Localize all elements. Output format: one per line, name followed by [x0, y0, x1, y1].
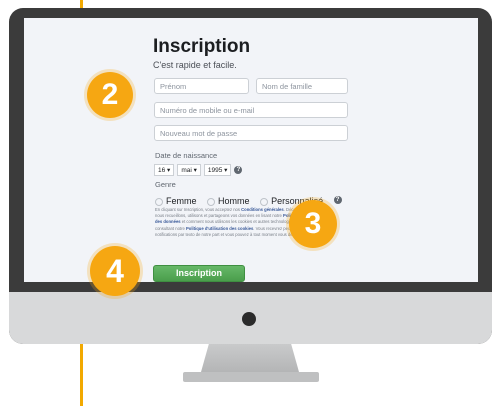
birth-month-select[interactable]: mai ▾ [177, 163, 201, 176]
monitor-stand-base [183, 372, 319, 382]
legal-prefix: En cliquant sur Inscription, vous accept… [155, 207, 242, 212]
orange-guide-line-top [80, 0, 83, 8]
help-icon[interactable]: ? [234, 165, 243, 174]
password-placeholder: Nouveau mot de passe [160, 129, 238, 138]
birthdate-selects: 16 ▾ mai ▾ 1995 ▾ ? [154, 161, 243, 179]
firstname-input[interactable]: Prénom [154, 78, 249, 94]
form-subtitle: C'est rapide et facile. [153, 60, 237, 70]
firstname-placeholder: Prénom [160, 82, 187, 91]
gender-option-femme[interactable]: Femme [155, 196, 199, 206]
lastname-input[interactable]: Nom de famille [256, 78, 348, 94]
webcam-dot [242, 312, 256, 326]
radio-femme[interactable] [155, 197, 163, 206]
contact-placeholder: Numéro de mobile ou e-mail [160, 106, 255, 115]
birth-year-select[interactable]: 1995 ▾ [203, 163, 232, 176]
gender-help-icon[interactable]: ? [333, 195, 342, 204]
gender-homme-label: Homme [218, 196, 250, 206]
birth-day-value: 16 [158, 166, 166, 174]
birth-day-select[interactable]: 16 ▾ [154, 163, 175, 176]
gender-option-homme[interactable]: Homme [207, 196, 252, 206]
monitor-stand-neck [201, 344, 299, 372]
monitor-chin [9, 292, 492, 344]
signup-button[interactable]: Inscription [153, 265, 245, 282]
screen: Inscription C'est rapide et facile. Prén… [24, 18, 478, 282]
gender-label: Genre [155, 180, 176, 189]
password-input[interactable]: Nouveau mot de passe [154, 125, 348, 141]
step-badge-4: 4 [90, 246, 140, 296]
monitor: Inscription C'est rapide et facile. Prén… [9, 8, 492, 344]
step-badge-3: 3 [289, 200, 337, 248]
radio-custom[interactable] [260, 197, 269, 206]
birth-year-value: 1995 [207, 166, 223, 174]
gender-femme-label: Femme [166, 196, 197, 206]
cookies-link[interactable]: Politique d'utilisation des cookies [186, 226, 253, 231]
radio-homme[interactable] [207, 197, 216, 206]
signup-form: Inscription C'est rapide et facile. [153, 36, 363, 70]
lastname-placeholder: Nom de famille [262, 82, 313, 91]
form-title: Inscription [153, 36, 251, 57]
contact-input[interactable]: Numéro de mobile ou e-mail [154, 102, 348, 118]
conditions-link[interactable]: Conditions générales [241, 207, 284, 212]
birthdate-label: Date de naissance [155, 151, 218, 160]
orange-guide-line-bottom [80, 344, 83, 406]
birth-month-value: mai [181, 166, 192, 174]
step-badge-2: 2 [87, 72, 133, 118]
